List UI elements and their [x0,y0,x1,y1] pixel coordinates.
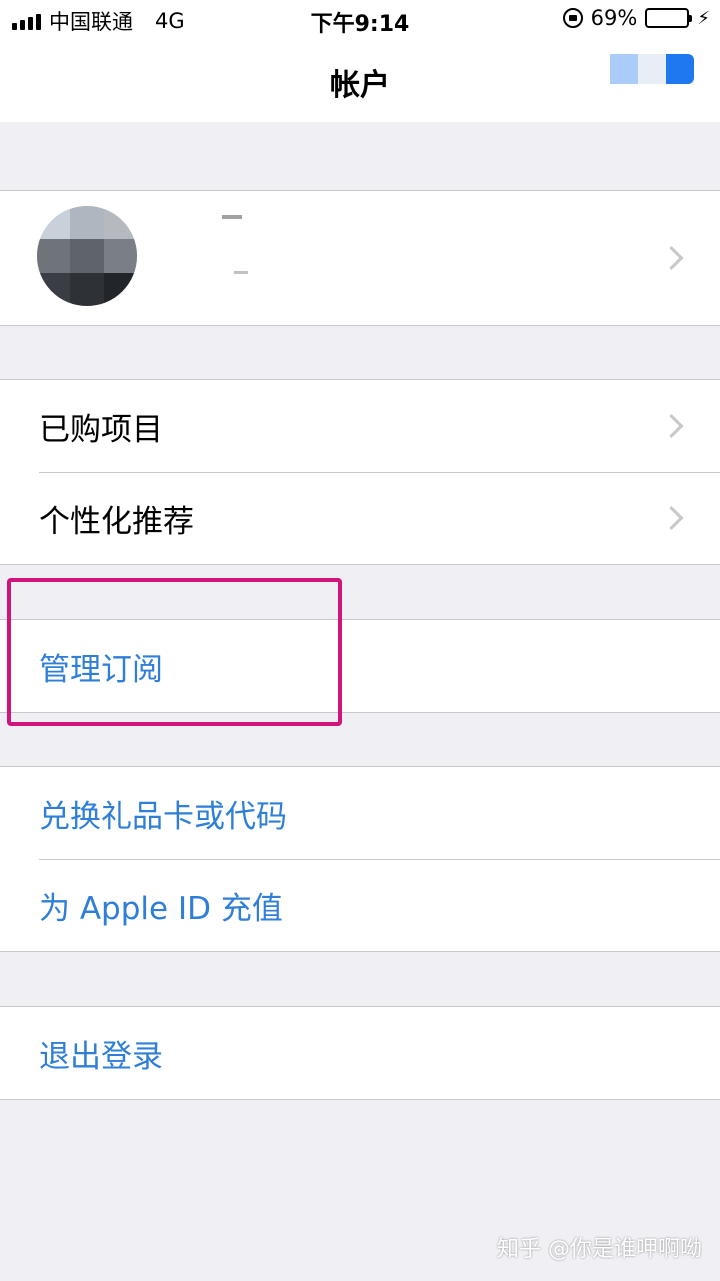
sign-out-row[interactable]: 退出登录 [0,1007,720,1099]
avatar [37,206,137,306]
status-right: 69% ⚡ [562,6,710,30]
row-label: 退出登录 [39,1038,163,1075]
row-label: 已购项目 [39,411,163,448]
chevron-right-icon [659,413,684,439]
navigation-bar: 帐户 [0,40,720,122]
sign-out-group: 退出登录 [0,1006,720,1100]
add-funds-row[interactable]: 为 Apple ID 充值 [0,859,720,951]
account-avatar-button[interactable] [610,54,694,84]
profile-name-redacted [222,215,248,274]
row-label: 个性化推荐 [39,503,194,540]
chevron-right-icon [659,245,684,271]
highlight-annotation [7,578,342,726]
row-label: 为 Apple ID 充值 [39,890,283,927]
purchased-items-row[interactable]: 已购项目 [0,380,720,472]
profile-row[interactable] [0,191,720,325]
redeem-gift-card-row[interactable]: 兑换礼品卡或代码 [0,767,720,859]
profile-group [0,190,720,326]
charging-icon: ⚡ [697,7,710,29]
purchases-group: 已购项目 个性化推荐 [0,379,720,565]
watermark: 知乎 @你是谁呷啊呦 [497,1237,702,1262]
redeem-group: 兑换礼品卡或代码 为 Apple ID 充值 [0,766,720,952]
orientation-lock-icon [562,8,583,28]
battery-icon [645,8,693,28]
row-label: 兑换礼品卡或代码 [39,798,287,835]
account-screen: 中国联通 4G 下午9:14 69% ⚡ 帐户 已购项目 个性化推荐 管理订阅 … [0,0,720,1281]
chevron-right-icon [659,505,684,531]
status-bar: 中国联通 4G 下午9:14 69% ⚡ [0,0,720,40]
personalized-recommendations-row[interactable]: 个性化推荐 [0,472,720,564]
battery-percent: 69% [590,6,638,30]
